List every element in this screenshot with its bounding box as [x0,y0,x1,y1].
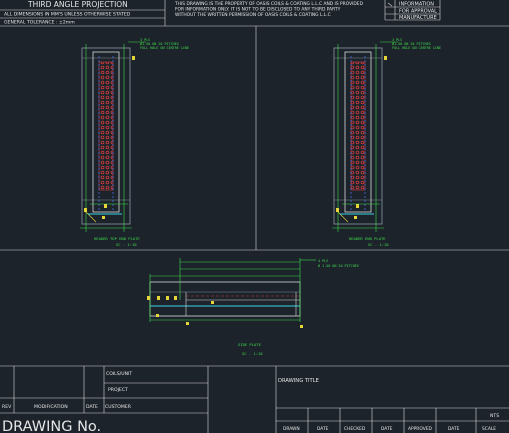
cad-drawing-sheet: THIRD ANGLE PROJECTION ALL DIMENSIONS IN… [0,0,509,433]
left-view-scale: SC - 1:10 [116,242,137,247]
tolerance-label: GENERAL TOLERANCE : ±2mm [4,20,75,26]
title-block: COILS/UNIT PROJECT CUSTOMER REV MODIFICA… [0,365,509,433]
col-scale: SCALE [482,426,496,432]
coils-unit-label: COILS/UNIT [106,371,132,377]
col-date-2: DATE [381,426,393,432]
note-left-3: FULL HOLE ON CENTRE LINE [140,46,189,50]
header-top-end-plate-view: 3 PLS Ø1.50 ON 20 PITCHES FULL HOLE ON C… [80,38,189,247]
dimensions-note: ALL DIMENSIONS IN MM'S UNLESS OTHERWISE … [4,12,131,18]
left-view-title: HEADER TOP END PLATE [94,236,140,241]
col-drawn: DRAWN [283,426,300,432]
note-bottom-1: 4 PLS [318,259,328,263]
header-end-plate-view: 3 PLS Ø1.50 ON 20 PITCHES FULL HOLE ON C… [332,38,441,247]
note-right-3: FULL HOLE ON CENTRE LINE [392,46,441,50]
projection-label: THIRD ANGLE PROJECTION [27,0,128,9]
right-view-scale: SC - 1:10 [368,242,389,247]
status-for-approval: FOR APPROVAL [399,9,437,15]
modification-label: MODIFICATION [34,404,68,410]
project-label: PROJECT [108,387,128,393]
status-information: INFORMATION [399,2,434,8]
note-bottom-2: Ø 1.50 ON 20 PITCHES [318,263,359,268]
drawing-title-label: DRAWING TITLE [278,378,319,384]
bottom-view-scale: SC - 1:10 [242,351,263,356]
col-approved: APPROVED [408,426,433,432]
drawing-number-label: DRAWING No. [2,419,101,433]
property-notice-line-2: FOR INFORMATION ONLY. IT IS NOT TO BE DI… [175,7,341,13]
property-notice-line-1: THIS DRAWING IS THE PROPERTY OF OASIS CO… [174,1,364,7]
nts-label: NTS [490,413,499,419]
col-checked: CHECKED [344,426,366,432]
rev-label: REV [2,404,12,410]
right-view-title: HEADER END PLATE [349,236,386,241]
col-date-1: DATE [317,426,329,432]
property-notice-line-3: WITHOUT THE WRITTEN PERMISSION OF OASIS … [175,12,331,18]
customer-label: CUSTOMER [105,404,132,410]
status-manufacture: MANUFACTURE [399,15,437,21]
header-block: THIRD ANGLE PROJECTION ALL DIMENSIONS IN… [0,0,509,27]
col-date-3: DATE [448,426,460,432]
bottom-view-title: SIDE PLATE [238,342,262,347]
date-label: DATE [86,404,98,410]
view-frames [0,26,509,251]
side-plate-view: 4 PLS Ø 1.50 ON 20 PITCHES SIDE PLATE SC… [147,258,359,356]
